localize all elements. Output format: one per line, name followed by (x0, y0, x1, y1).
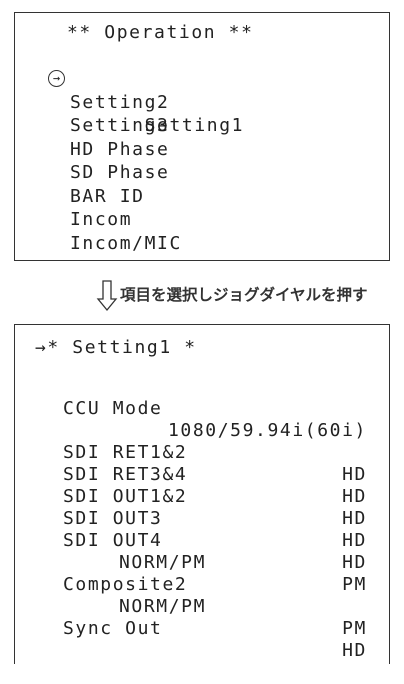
setting-row-sdi-ret34[interactable]: SDI RET3&4 HD (63, 442, 367, 507)
menu-item-bar-id[interactable]: BAR ID (70, 185, 244, 209)
menu-item-label: Setting3 (70, 115, 170, 136)
menu-item-setting2[interactable]: Setting2 (70, 91, 244, 115)
menu-item-label: SD Phase (70, 162, 170, 183)
setting-row-ccu-mode-value[interactable]: 1080/59.94i(60i) (63, 398, 367, 441)
setting-row-sync-out[interactable]: Sync Out HD (63, 596, 367, 661)
setting-row-sdi-out12[interactable]: SDI OUT1&2 HD (63, 464, 367, 529)
menu-item-label: BAR ID (70, 185, 145, 207)
setting-row-norm-pm-2[interactable]: NORM/PM PM (63, 574, 367, 639)
setting-row-composite2[interactable]: Composite2 (63, 552, 367, 595)
setting-row-ccu-mode[interactable]: CCU Mode (63, 376, 367, 419)
setting-label: Sync Out (63, 618, 163, 639)
menu-item-incom-mic[interactable]: Incom/MIC (70, 232, 244, 256)
setting-row-sdi-ret12[interactable]: SDI RET1&2 HD (63, 420, 367, 485)
operation-menu-title: ** Operation ** (67, 22, 254, 43)
menu-item-setting3[interactable]: Setting3 (70, 114, 244, 138)
instruction-text: 項目を選択しジョグダイヤルを押す (120, 286, 368, 304)
selection-cursor-icon: → (48, 70, 65, 87)
menu-item-sd-phase[interactable]: SD Phase (70, 161, 244, 185)
menu-item-label: Incom (70, 209, 133, 230)
down-arrow-icon (96, 280, 118, 312)
setting-row-sdi-out4[interactable]: SDI OUT4 HD (63, 508, 367, 573)
setting1-settings-list: CCU Mode 1080/59.94i(60i) SDI RET1&2 HD … (63, 376, 367, 661)
menu-item-label: Setting2 (70, 91, 170, 113)
menu-item-label: HD Phase (70, 138, 170, 160)
operation-menu-panel: ** Operation ** → Setting1 Setting2 Sett… (14, 12, 390, 261)
setting1-menu-title: →* Setting1 * (35, 337, 197, 358)
setting-value: HD (342, 640, 367, 661)
menu-item-label: Incom/MIC (70, 232, 182, 254)
menu-item-setting1[interactable]: → Setting1 (48, 67, 244, 136)
setting-value: PM (342, 618, 367, 639)
operation-menu-list: → Setting1 Setting2 Setting3 HD Phase SD… (48, 67, 244, 256)
menu-item-hd-phase[interactable]: HD Phase (70, 138, 244, 162)
setting-row-sdi-out3[interactable]: SDI OUT3 HD (63, 486, 367, 551)
setting-row-norm-pm-1[interactable]: NORM/PM PM (63, 530, 367, 595)
setting1-menu-panel: →* Setting1 * CCU Mode 1080/59.94i(60i) … (14, 324, 390, 664)
menu-item-incom[interactable]: Incom (70, 208, 244, 232)
